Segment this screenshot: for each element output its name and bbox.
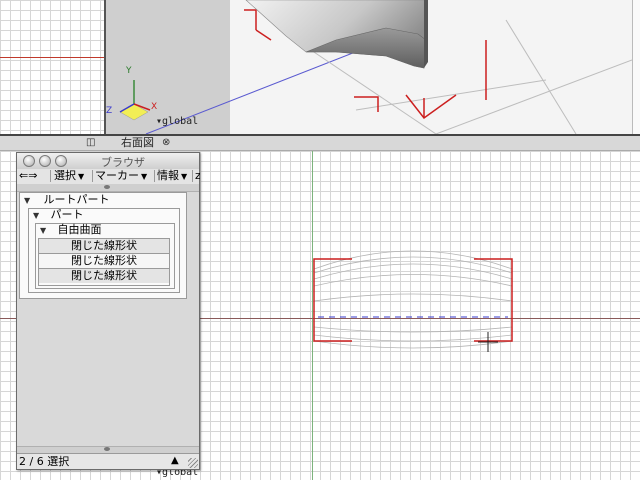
resize-grip-icon[interactable] bbox=[188, 458, 198, 468]
nav-arrows-button[interactable]: ⇐⇒ bbox=[17, 170, 51, 182]
marker-menu[interactable]: マーカー ▼ bbox=[93, 170, 155, 182]
tree-surface-group: ▼ 自由曲面 閉じた線形状 閉じた線形状 閉じた線形状 bbox=[35, 223, 175, 289]
back-forward-icon: ⇐⇒ bbox=[19, 169, 38, 182]
grip-icon bbox=[104, 447, 110, 451]
info-menu[interactable]: 情報 ▼ bbox=[155, 170, 193, 182]
tree-items-box: 閉じた線形状 閉じた線形状 閉じた線形状 bbox=[38, 238, 170, 286]
axis-label-y: Y bbox=[126, 66, 132, 76]
splitter-handle-bottom[interactable] bbox=[17, 446, 199, 453]
disclosure-triangle-icon[interactable]: ▼ bbox=[24, 194, 34, 208]
selection-bracket bbox=[244, 9, 257, 30]
cube-icon[interactable]: ◫ bbox=[86, 137, 95, 149]
surface-curves bbox=[313, 250, 513, 349]
ground-line bbox=[355, 79, 547, 111]
tree-part-label: パート bbox=[50, 208, 84, 221]
crosshair-cursor bbox=[478, 332, 498, 352]
info-menu-label: 情報 bbox=[157, 169, 179, 182]
top-left-viewport[interactable] bbox=[0, 0, 104, 134]
chevron-down-icon: ▼ bbox=[181, 172, 188, 181]
chevron-down-icon: ▼ bbox=[78, 172, 85, 181]
tree-item[interactable]: 閉じた線形状 bbox=[39, 269, 169, 283]
disclosure-triangle-icon[interactable]: ▼ bbox=[40, 224, 50, 238]
tree-view[interactable]: ▼ ルートパート ▼ パート ▼ 自由曲面 閉じた線形状 閉じた線形状 閉じた線… bbox=[19, 192, 187, 299]
viewport-header: ◫ 右面図 ⊗ bbox=[0, 136, 640, 151]
ground-line bbox=[505, 19, 577, 134]
global-dropdown[interactable]: ▾global bbox=[156, 116, 198, 128]
marker-menu-label: マーカー bbox=[95, 169, 139, 182]
ground-line bbox=[435, 59, 632, 134]
tree-part-group: ▼ パート ▼ 自由曲面 閉じた線形状 閉じた線形状 閉じた線形状 bbox=[28, 208, 180, 293]
status-bar: 2 / 6 選択 ▲ bbox=[17, 453, 199, 469]
chevron-down-icon: ▼ bbox=[141, 172, 148, 181]
tree-item-label: 閉じた線形状 bbox=[71, 269, 137, 282]
selection-count: 2 / 6 選択 bbox=[19, 455, 70, 468]
browser-toolbar: ⇐⇒ 選択 ▼ マーカー ▼ 情報 ▼ z bbox=[17, 169, 200, 185]
tree-surface-label: 自由曲面 bbox=[57, 223, 102, 236]
perspective-viewport[interactable]: Y X Z ▾global bbox=[106, 0, 632, 134]
axis-label-z: Z bbox=[106, 106, 113, 116]
scroll-strip[interactable] bbox=[632, 0, 640, 134]
surface-shape bbox=[424, 0, 428, 68]
tree-item[interactable]: 閉じた線形状 bbox=[39, 239, 169, 254]
browser-titlebar[interactable]: ブラウザ bbox=[17, 153, 199, 170]
view-title[interactable]: 右面図 bbox=[121, 136, 154, 150]
axis-gizmo bbox=[119, 80, 151, 121]
splitter-handle[interactable] bbox=[17, 184, 199, 192]
tree-root[interactable]: ▼ ルートパート bbox=[24, 193, 110, 207]
tree-part[interactable]: ▼ パート bbox=[33, 208, 84, 222]
grip-icon bbox=[104, 185, 110, 189]
selection-bracket bbox=[255, 29, 272, 41]
axis-line bbox=[0, 57, 104, 58]
tree-item[interactable]: 閉じた線形状 bbox=[39, 254, 169, 269]
select-menu-label: 選択 bbox=[54, 169, 76, 182]
overflow-menu-label: z bbox=[195, 170, 200, 182]
axis-label-x: X bbox=[151, 102, 158, 112]
triangle-up-icon[interactable]: ▲ bbox=[171, 454, 179, 468]
tree-item-label: 閉じた線形状 bbox=[71, 239, 137, 252]
browser-window[interactable]: ブラウザ ⇐⇒ 選択 ▼ マーカー ▼ 情報 ▼ z ▼ ルートパート ▼ パート ▼… bbox=[16, 152, 200, 470]
disclosure-triangle-icon[interactable]: ▼ bbox=[33, 209, 43, 223]
select-menu[interactable]: 選択 ▼ bbox=[52, 170, 93, 182]
tree-item-label: 閉じた線形状 bbox=[71, 254, 137, 267]
global-label-text: global bbox=[162, 116, 199, 127]
tree-root-label: ルートパート bbox=[43, 193, 110, 206]
overflow-menu[interactable]: z bbox=[193, 170, 200, 182]
browser-title: ブラウザ bbox=[101, 156, 145, 169]
tree-surface[interactable]: ▼ 自由曲面 bbox=[40, 223, 102, 237]
camera-icon[interactable]: ⊗ bbox=[162, 137, 170, 149]
perspective-scene bbox=[119, 0, 632, 134]
